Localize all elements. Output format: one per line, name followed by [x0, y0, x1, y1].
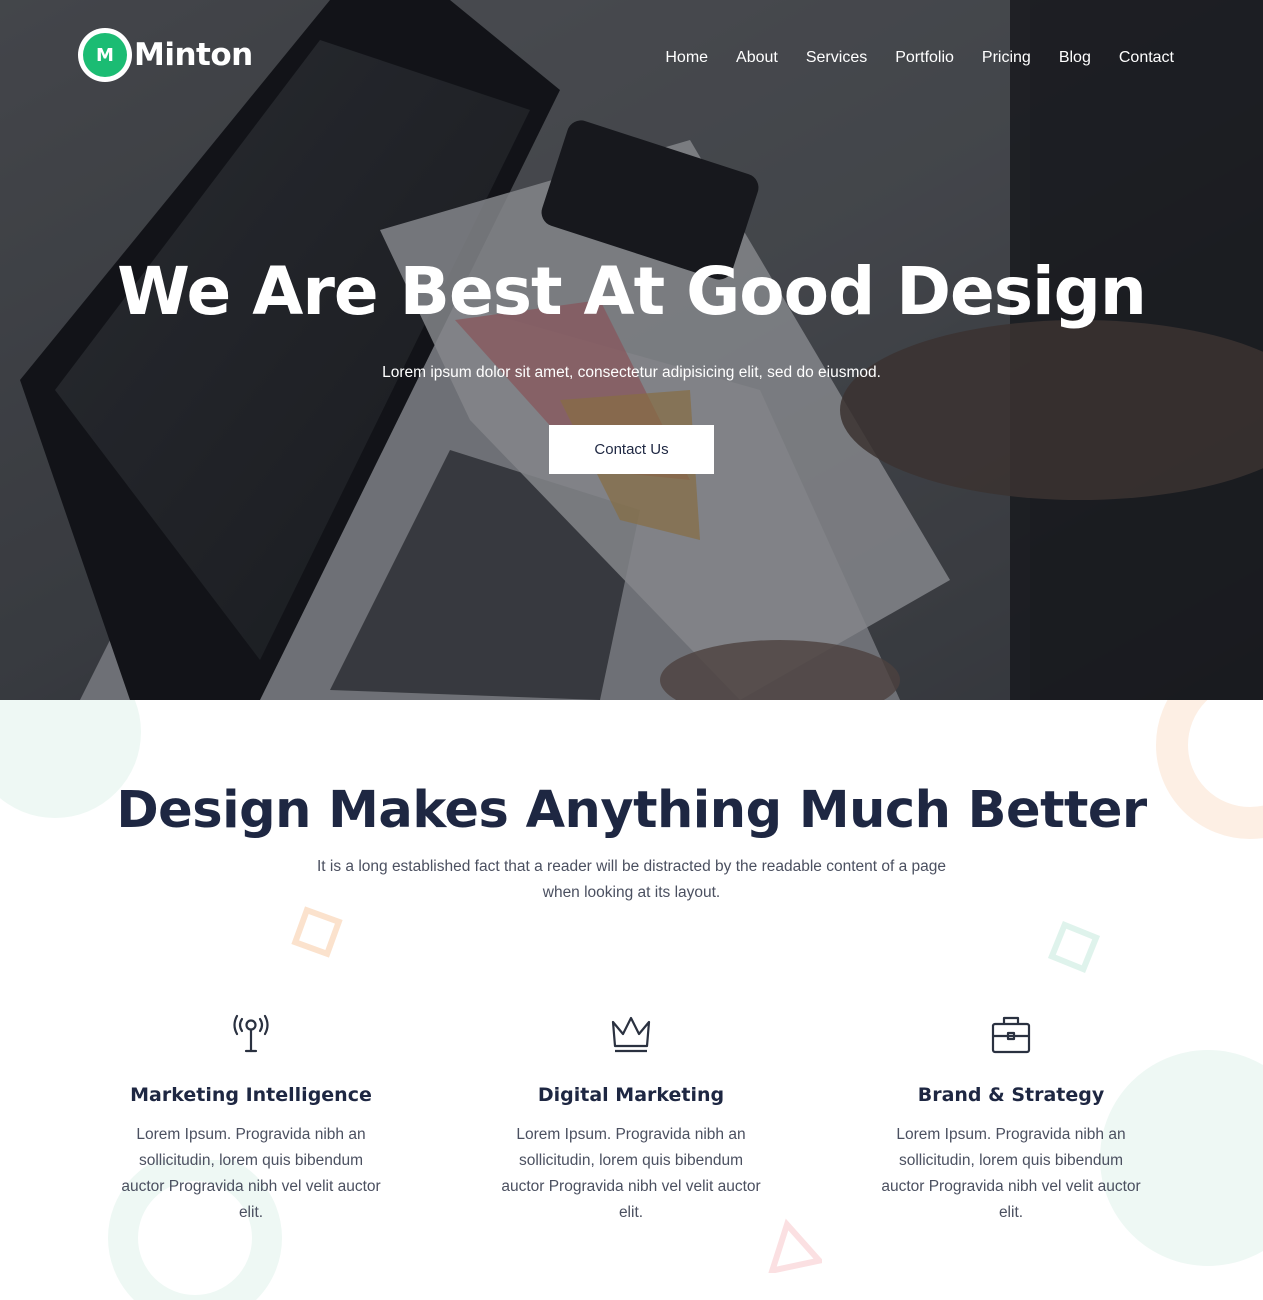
intro-title: Design Makes Anything Much Better: [116, 781, 1147, 840]
pink-triangle-deco: [767, 1218, 822, 1273]
antenna-icon: [233, 1014, 269, 1053]
peach-square-deco: [291, 906, 343, 958]
contact-us-button[interactable]: Contact Us: [549, 425, 714, 474]
logo-letter: M: [83, 33, 127, 77]
hero-section: M Minton Home About Services Portfolio P…: [0, 0, 1263, 700]
intro-description: It is a long established fact that a rea…: [316, 858, 946, 901]
feature-title: Marketing Intelligence: [130, 1084, 372, 1106]
nav-item-about[interactable]: About: [736, 46, 778, 70]
briefcase-icon: [991, 1016, 1031, 1054]
nav-item-services[interactable]: Services: [806, 46, 867, 70]
feature-title: Digital Marketing: [537, 1084, 725, 1106]
nav-item-blog[interactable]: Blog: [1059, 46, 1091, 70]
brand-logo[interactable]: M Minton: [78, 28, 253, 82]
nav-item-pricing[interactable]: Pricing: [982, 46, 1031, 70]
brand-name: Minton: [134, 37, 253, 73]
nav-item-contact[interactable]: Contact: [1119, 46, 1174, 70]
crown-icon: [611, 1016, 651, 1053]
feature-title: Brand & Strategy: [917, 1084, 1105, 1106]
feature-text: Lorem Ipsum. Progravida nibh an sollicit…: [501, 1126, 761, 1221]
feature-card-digital-marketing: Digital Marketing Lorem Ipsum. Progravid…: [481, 1010, 781, 1226]
hero-title: We Are Best At Good Design: [117, 253, 1147, 330]
hero-subtitle: Lorem ipsum dolor sit amet, consectetur …: [382, 364, 881, 381]
logo-badge: M: [78, 28, 132, 82]
feature-card-marketing-intelligence: Marketing Intelligence Lorem Ipsum. Prog…: [101, 1010, 401, 1226]
feature-text: Lorem Ipsum. Progravida nibh an sollicit…: [881, 1126, 1141, 1221]
mint-square-deco: [1047, 920, 1101, 974]
nav-item-home[interactable]: Home: [665, 46, 708, 70]
feature-text: Lorem Ipsum. Progravida nibh an sollicit…: [121, 1126, 381, 1221]
hero-overlay: [0, 0, 1263, 700]
feature-card-brand-strategy: Brand & Strategy Lorem Ipsum. Progravida…: [861, 1010, 1161, 1226]
nav-item-portfolio[interactable]: Portfolio: [895, 46, 954, 70]
main-nav: Home About Services Portfolio Pricing Bl…: [637, 46, 1174, 70]
